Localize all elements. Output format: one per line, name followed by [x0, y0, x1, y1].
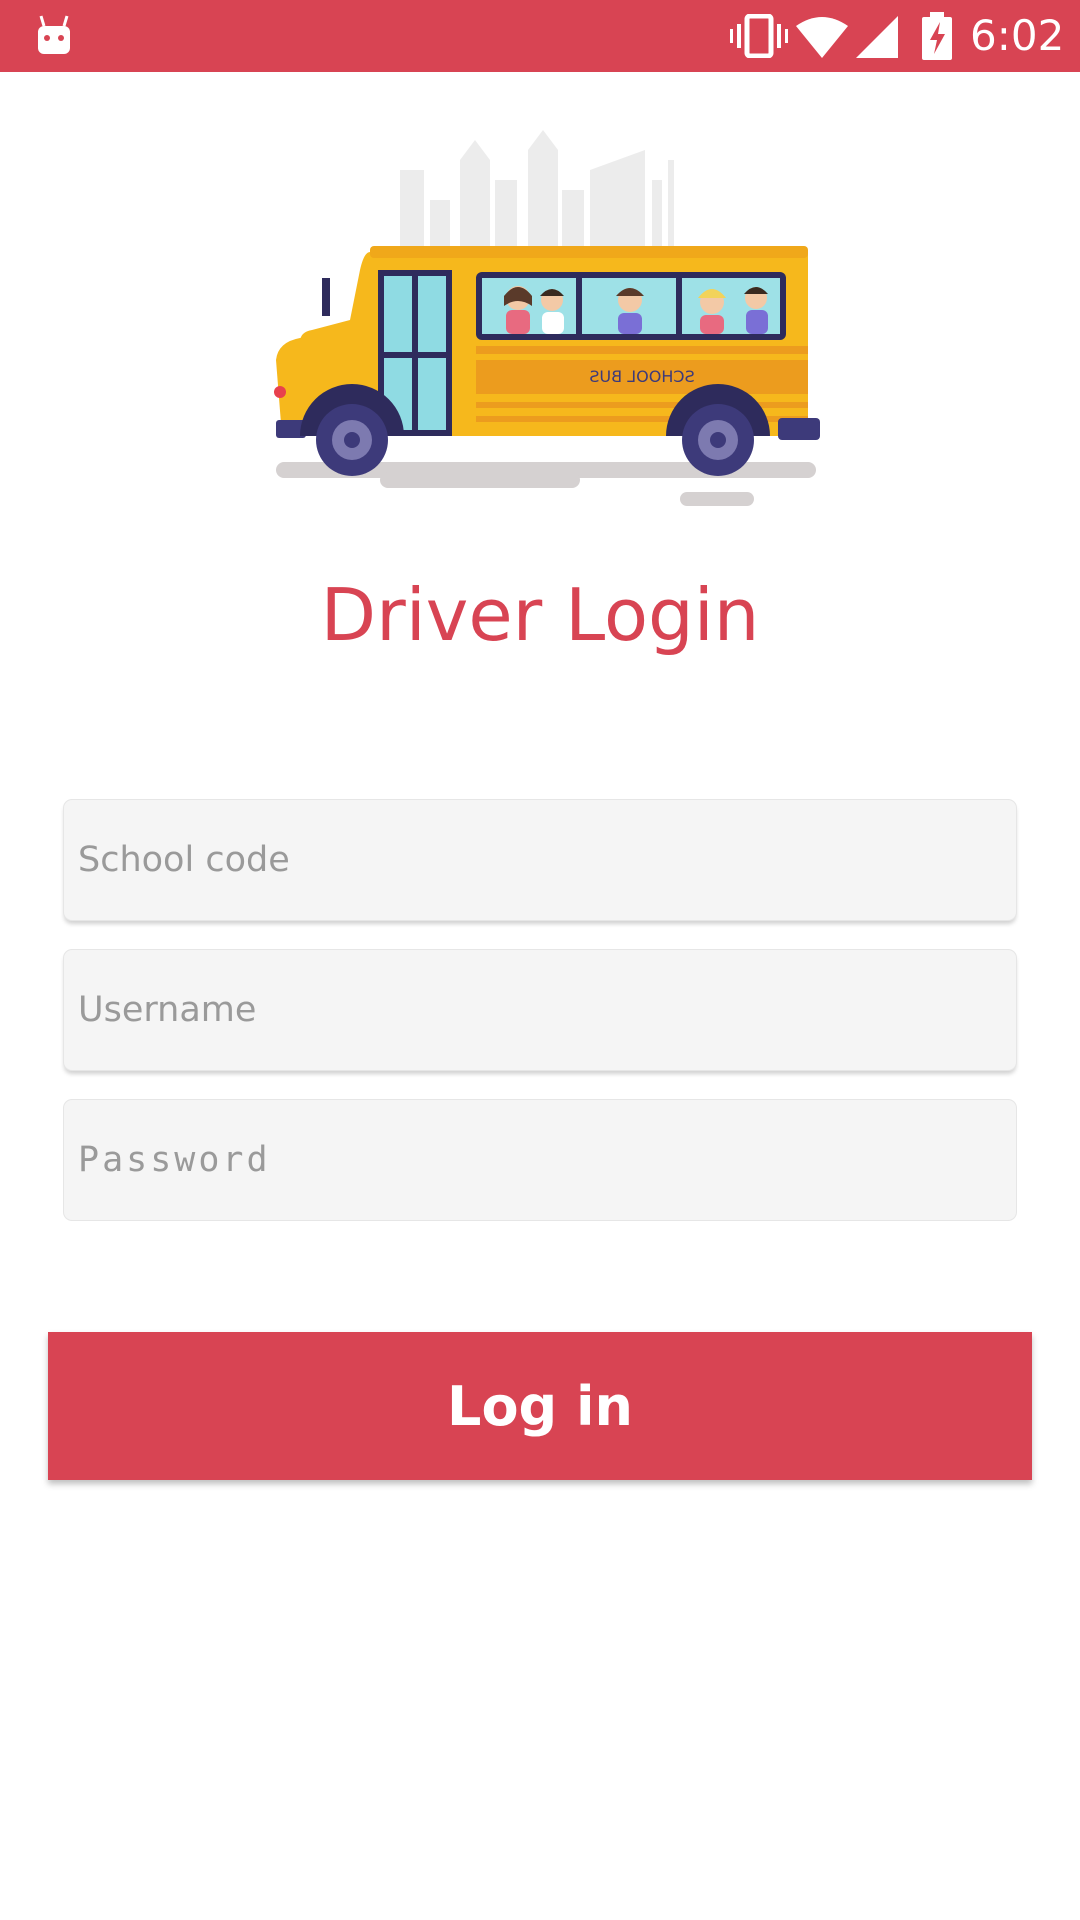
bus-text: SCHOOL BUS: [589, 367, 694, 386]
school-code-input[interactable]: [64, 800, 1016, 920]
clock: 6:02: [970, 11, 1065, 60]
password-field[interactable]: [64, 1100, 1016, 1220]
username-field[interactable]: [64, 950, 1016, 1070]
username-input[interactable]: [64, 950, 1016, 1070]
school-code-field[interactable]: [64, 800, 1016, 920]
android-icon: [38, 15, 70, 54]
vibrate-icon: [730, 14, 788, 58]
signal-icon: [856, 16, 898, 58]
page-title: Driver Login: [320, 573, 760, 657]
login-button[interactable]: Log in: [48, 1332, 1032, 1480]
password-input[interactable]: [64, 1100, 1016, 1220]
wifi-icon: [796, 17, 848, 58]
status-bar: 6:02: [0, 0, 1080, 72]
battery-charging-icon: [922, 12, 952, 60]
school-bus-illustration: SCHOOL BUS: [274, 130, 820, 506]
